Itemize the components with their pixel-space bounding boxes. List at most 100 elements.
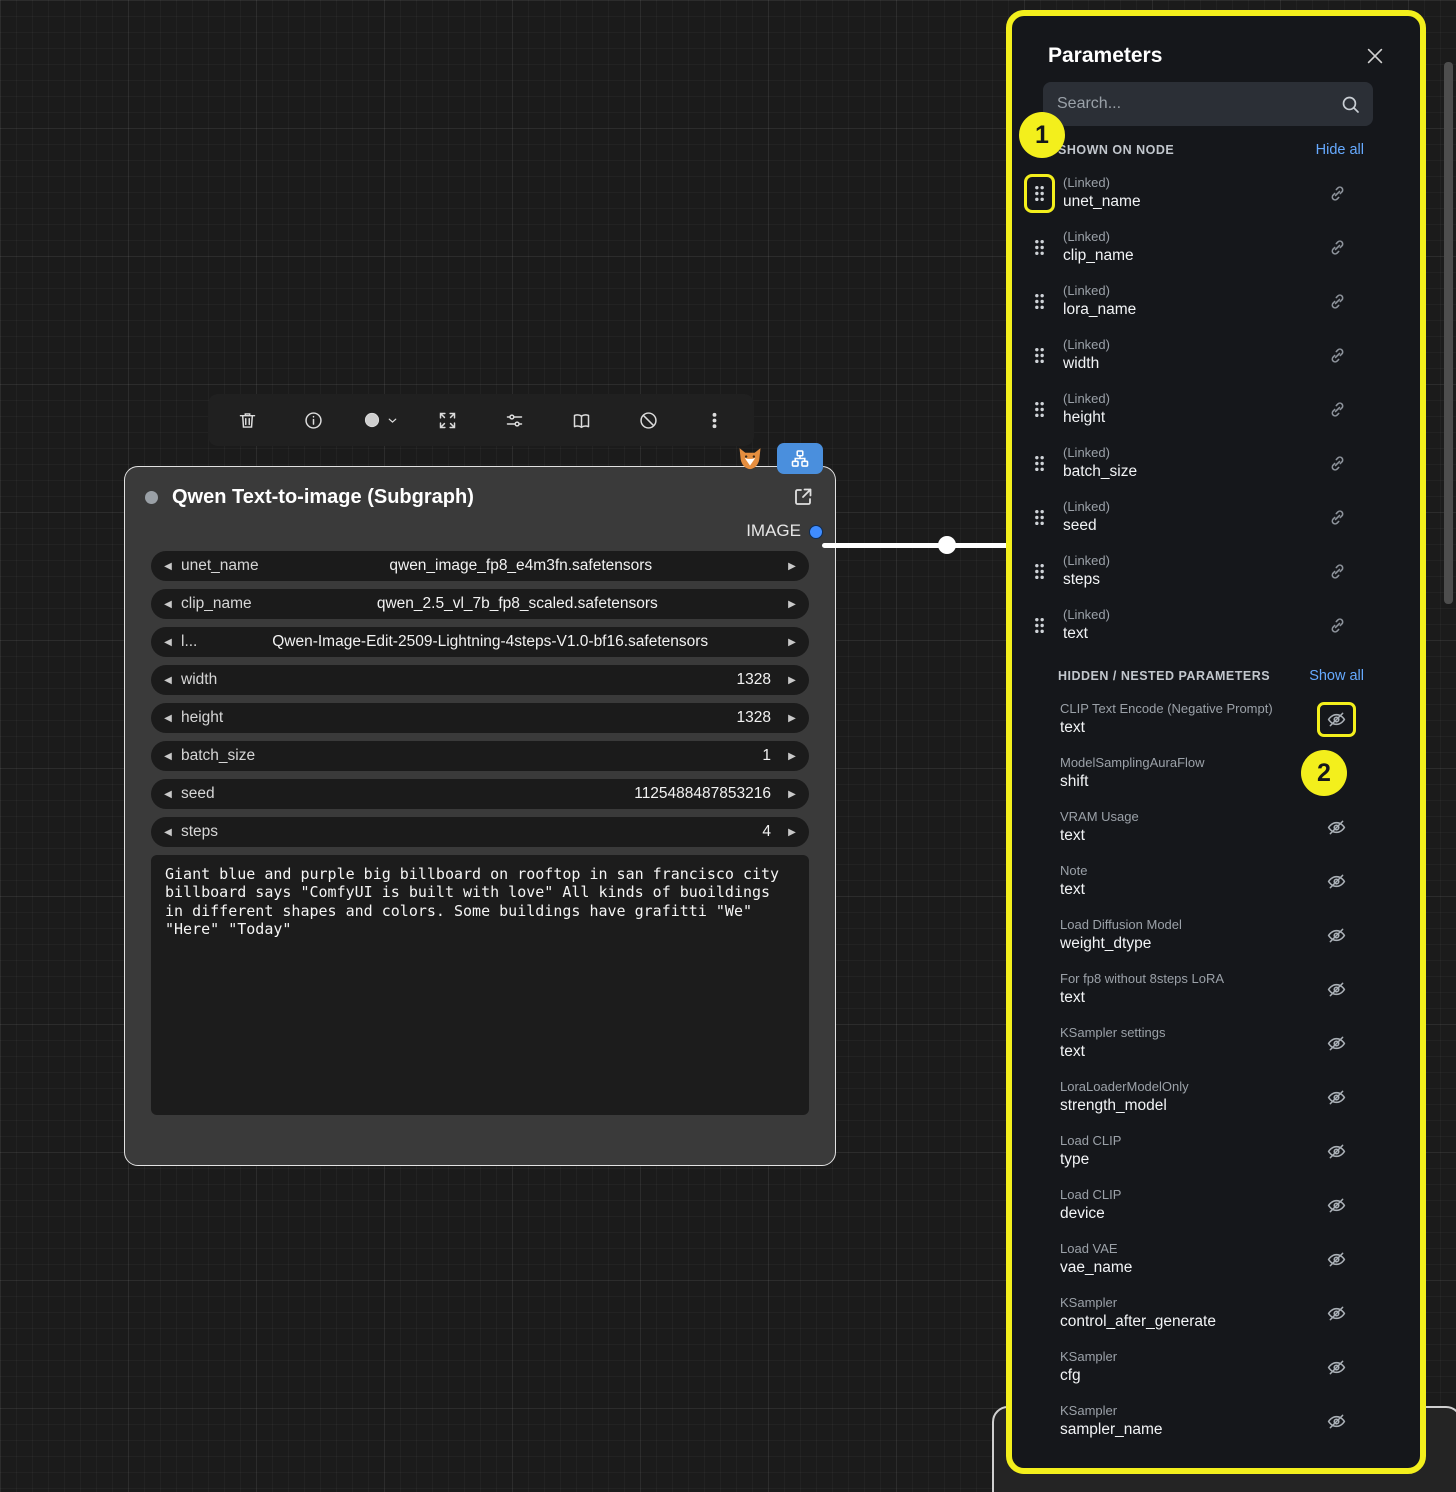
wire-reroute-dot[interactable] (938, 536, 956, 554)
eye-slash-icon[interactable] (1317, 702, 1356, 737)
prompt-textarea[interactable]: Giant blue and purple big billboard on r… (151, 855, 809, 1115)
trash-icon[interactable] (228, 401, 266, 439)
hidden-param-load-vae-name[interactable]: Load VAEvae_name (1012, 1232, 1420, 1286)
widget-value[interactable]: 1125488487853216 (215, 785, 783, 803)
hidden-param-note-text[interactable]: Notetext (1012, 854, 1420, 908)
hidden-param-vram-usage-text[interactable]: VRAM Usagetext (1012, 800, 1420, 854)
drag-handle-icon[interactable] (1024, 498, 1055, 537)
drag-handle-icon[interactable] (1024, 606, 1055, 645)
next-arrow-icon[interactable]: ▶ (783, 675, 801, 686)
book-icon[interactable] (562, 401, 600, 439)
drag-handle-icon[interactable] (1024, 444, 1055, 483)
param-item-lora-name[interactable]: (Linked)lora_name (1012, 274, 1420, 328)
link-icon[interactable] (1319, 447, 1356, 480)
info-icon[interactable] (295, 401, 333, 439)
param-item-width[interactable]: (Linked)width (1012, 328, 1420, 382)
eye-slash-icon[interactable] (1317, 1404, 1356, 1439)
widget-value[interactable]: qwen_image_fp8_e4m3fn.safetensors (259, 557, 783, 575)
widget-row-unet-name[interactable]: ◀ unet_name qwen_image_fp8_e4m3fn.safete… (151, 551, 809, 581)
link-icon[interactable] (1319, 285, 1356, 318)
drag-handle-icon[interactable] (1024, 552, 1055, 591)
widget-row-clip-name[interactable]: ◀ clip_name qwen_2.5_vl_7b_fp8_scaled.sa… (151, 589, 809, 619)
prev-arrow-icon[interactable]: ◀ (159, 713, 177, 724)
open-subgraph-icon[interactable] (791, 485, 815, 509)
hidden-param-load-clip-type[interactable]: Load CLIPtype (1012, 1124, 1420, 1178)
hidden-param-load-diffusion-weight-dtype[interactable]: Load Diffusion Modelweight_dtype (1012, 908, 1420, 962)
hide-all-link[interactable]: Hide all (1316, 142, 1364, 158)
next-arrow-icon[interactable]: ▶ (783, 561, 801, 572)
hidden-param-clip-negative-text[interactable]: CLIP Text Encode (Negative Prompt)text (1012, 692, 1420, 746)
widget-row-steps[interactable]: ◀ steps 4 ▶ (151, 817, 809, 847)
drag-handle-icon[interactable] (1024, 390, 1055, 429)
widget-value[interactable]: Qwen-Image-Edit-2509-Lightning-4steps-V1… (197, 633, 783, 651)
eye-slash-icon[interactable] (1317, 1188, 1356, 1223)
next-arrow-icon[interactable]: ▶ (783, 751, 801, 762)
drag-handle-icon[interactable] (1024, 174, 1055, 213)
prev-arrow-icon[interactable]: ◀ (159, 789, 177, 800)
eye-slash-icon[interactable] (1317, 1242, 1356, 1277)
next-arrow-icon[interactable]: ▶ (783, 827, 801, 838)
eye-slash-icon[interactable] (1317, 1026, 1356, 1061)
eye-slash-icon[interactable] (1317, 1350, 1356, 1385)
link-icon[interactable] (1319, 393, 1356, 426)
hidden-param-ksampler-settings-text[interactable]: KSampler settingstext (1012, 1016, 1420, 1070)
fit-view-icon[interactable] (429, 401, 467, 439)
link-icon[interactable] (1319, 177, 1356, 210)
hidden-param-load-clip-device[interactable]: Load CLIPdevice (1012, 1178, 1420, 1232)
show-all-link[interactable]: Show all (1309, 668, 1364, 684)
link-icon[interactable] (1319, 231, 1356, 264)
widget-row-width[interactable]: ◀ width 1328 ▶ (151, 665, 809, 695)
eye-slash-icon[interactable] (1317, 1296, 1356, 1331)
widget-value[interactable]: qwen_2.5_vl_7b_fp8_scaled.safetensors (252, 595, 783, 613)
next-arrow-icon[interactable]: ▶ (783, 713, 801, 724)
block-icon[interactable] (629, 401, 667, 439)
widget-value[interactable]: 4 (218, 823, 783, 841)
prev-arrow-icon[interactable]: ◀ (159, 637, 177, 648)
widget-row-batch-size[interactable]: ◀ batch_size 1 ▶ (151, 741, 809, 771)
hidden-param-fp8-lora-text[interactable]: For fp8 without 8steps LoRAtext (1012, 962, 1420, 1016)
eye-slash-icon[interactable] (1317, 810, 1356, 845)
param-item-clip-name[interactable]: (Linked)clip_name (1012, 220, 1420, 274)
prev-arrow-icon[interactable]: ◀ (159, 561, 177, 572)
image-output-socket[interactable] (809, 525, 823, 539)
hidden-param-ksampler-sampler-name[interactable]: KSamplersampler_name (1012, 1394, 1420, 1448)
drag-handle-icon[interactable] (1024, 228, 1055, 267)
annotation-2-slot[interactable]: 2 (1292, 743, 1356, 803)
widget-row-seed[interactable]: ◀ seed 1125488487853216 ▶ (151, 779, 809, 809)
link-icon[interactable] (1319, 609, 1356, 642)
node-color-picker[interactable] (362, 401, 400, 439)
search-input[interactable] (1057, 95, 1340, 113)
sliders-icon[interactable] (495, 401, 533, 439)
node-header[interactable]: Qwen Text-to-image (Subgraph) (125, 467, 835, 519)
next-arrow-icon[interactable]: ▶ (783, 789, 801, 800)
next-arrow-icon[interactable]: ▶ (783, 599, 801, 610)
eye-slash-icon[interactable] (1317, 1134, 1356, 1169)
eye-slash-icon[interactable] (1317, 864, 1356, 899)
prev-arrow-icon[interactable]: ◀ (159, 751, 177, 762)
search-box[interactable] (1043, 82, 1373, 126)
widget-value[interactable]: 1 (255, 747, 783, 765)
prev-arrow-icon[interactable]: ◀ (159, 599, 177, 610)
hidden-param-ksampler-cfg[interactable]: KSamplercfg (1012, 1340, 1420, 1394)
link-icon[interactable] (1319, 339, 1356, 372)
link-icon[interactable] (1319, 555, 1356, 588)
widget-row-lora-name[interactable]: ◀ l... Qwen-Image-Edit-2509-Lightning-4s… (151, 627, 809, 657)
node-graph-canvas[interactable]: Qwen Text-to-image (Subgraph) IMAGE ◀ un… (0, 0, 1456, 1492)
node-collapse-dot[interactable] (145, 491, 158, 504)
drag-handle-icon[interactable] (1024, 282, 1055, 321)
prev-arrow-icon[interactable]: ◀ (159, 675, 177, 686)
drag-handle-icon[interactable] (1024, 336, 1055, 375)
widget-row-height[interactable]: ◀ height 1328 ▶ (151, 703, 809, 733)
prev-arrow-icon[interactable]: ◀ (159, 827, 177, 838)
eye-slash-icon[interactable] (1317, 918, 1356, 953)
eye-slash-icon[interactable] (1317, 1080, 1356, 1115)
kebab-menu-icon[interactable] (696, 401, 734, 439)
widget-value[interactable]: 1328 (223, 709, 783, 727)
hidden-param-modelsampling-shift[interactable]: ModelSamplingAuraFlowshift 2 (1012, 746, 1420, 800)
close-icon[interactable] (1364, 45, 1386, 67)
hidden-param-ksampler-control-after-generate[interactable]: KSamplercontrol_after_generate (1012, 1286, 1420, 1340)
eye-slash-icon[interactable] (1317, 972, 1356, 1007)
node-qwen-text-to-image[interactable]: Qwen Text-to-image (Subgraph) IMAGE ◀ un… (124, 466, 836, 1166)
link-icon[interactable] (1319, 501, 1356, 534)
param-item-steps[interactable]: (Linked)steps (1012, 544, 1420, 598)
